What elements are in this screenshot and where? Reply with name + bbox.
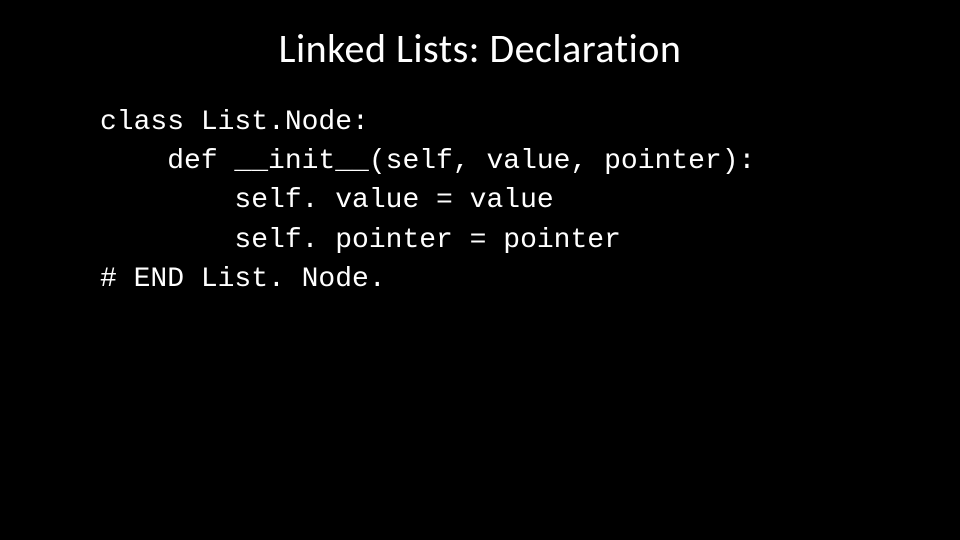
code-line-3: self. value = value — [100, 185, 554, 216]
code-line-1: class List.Node: — [100, 107, 369, 138]
code-line-4: self. pointer = pointer — [100, 225, 621, 256]
code-line-2: def __init__(self, value, pointer): — [100, 146, 755, 177]
slide-title: Linked Lists: Declaration — [0, 0, 960, 103]
slide: Linked Lists: Declaration class List.Nod… — [0, 0, 960, 540]
code-line-5: # END List. Node. — [100, 264, 386, 295]
code-block: class List.Node: def __init__(self, valu… — [0, 103, 960, 299]
